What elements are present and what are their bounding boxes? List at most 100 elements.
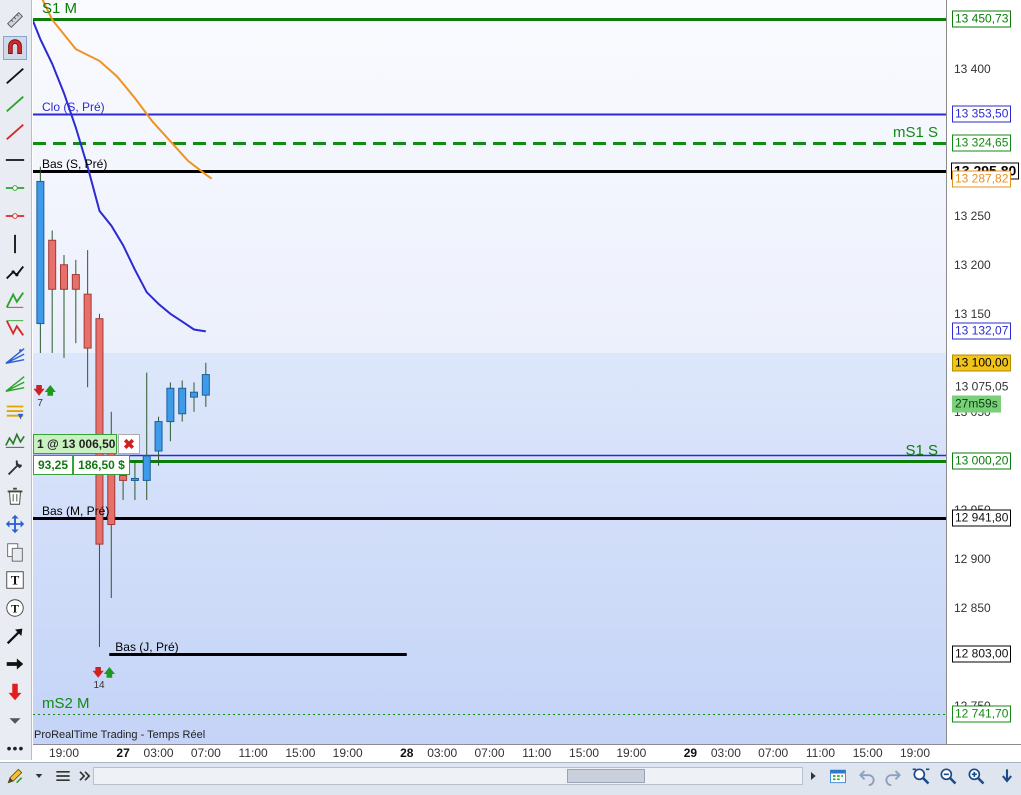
arrow-down-red-icon[interactable] (3, 680, 27, 704)
arrow-down-icon: 🡇 (92, 666, 104, 679)
drawing-toolbar: TT (0, 0, 32, 736)
magnet-icon[interactable] (3, 36, 27, 60)
time-tick-label: 19:00 (332, 746, 363, 760)
chart-svg[interactable] (33, 0, 946, 744)
text-icon[interactable]: T (3, 568, 27, 592)
time-tick-label: 19:00 (616, 746, 647, 760)
time-tick-label: 07:00 (758, 746, 789, 760)
candle-body (36, 180, 45, 325)
chart-plot-area[interactable]: S1 M Clo (S, Pré) mS1 S Bas (S, Pré) S1 S Bas… (33, 0, 946, 744)
level-price-tag-ms2m: 12 741,70 (952, 705, 1012, 723)
undo-icon[interactable] (855, 766, 879, 786)
fibonacci-green-icon[interactable] (3, 288, 27, 312)
zoom-fit-icon[interactable] (909, 766, 933, 786)
level-label-ms2m: mS2 M (42, 694, 90, 712)
time-tick-label: 15:00 (285, 746, 316, 760)
chart-background-upper (33, 0, 946, 353)
candle-body (154, 421, 163, 452)
double-chevron-icon[interactable] (73, 766, 97, 786)
dropdown-arrow-icon[interactable] (31, 766, 47, 786)
redo-icon[interactable] (881, 766, 905, 786)
time-axis[interactable]: 19:00 27 03:00 07:00 11:00 15:00 19:00 28 03:00 0… (33, 744, 1021, 763)
platform-label: ProRealTime Trading - Temps Réel (34, 729, 206, 741)
move-icon[interactable] (3, 512, 27, 536)
zoom-out-icon[interactable] (936, 766, 960, 786)
order-points: 93,25 (33, 455, 73, 475)
price-tick-label: 13 250 (954, 208, 991, 223)
arrow-down-icon: 🡇 (33, 385, 45, 398)
fibonacci-fan-blue-icon[interactable] (3, 344, 27, 368)
line-green-icon[interactable] (3, 92, 27, 116)
scroll-down-icon[interactable] (995, 766, 1019, 786)
candle-body (142, 455, 151, 481)
horizontal-line-icon[interactable] (3, 148, 27, 172)
fibonacci-red-icon[interactable] (3, 316, 27, 340)
level-price-tag-clo-s-pre: 13 353,50 (952, 105, 1012, 123)
date-tick-label: 28 (400, 746, 414, 760)
level-price-tag-ms1s: 13 324,65 (952, 134, 1012, 152)
fibonacci-fan-green-icon[interactable] (3, 372, 27, 396)
more-tools-icon[interactable]: ••• (0, 736, 32, 760)
vertical-line-icon[interactable] (3, 232, 27, 256)
tools-icon[interactable] (3, 456, 27, 480)
level-label-ms1s: mS1 S (892, 123, 938, 141)
time-tick-label: 07:00 (474, 746, 505, 760)
time-tick-label: 03:00 (710, 746, 741, 760)
time-tick-label: 15:00 (569, 746, 600, 760)
candle-body (130, 477, 139, 481)
line-red-icon[interactable] (3, 120, 27, 144)
arrow-diagonal-icon[interactable] (3, 624, 27, 648)
price-badge-gold: 13 100,00 (952, 354, 1012, 372)
arrow-up-icon: 🡅 (44, 385, 56, 398)
scroll-right-icon[interactable] (805, 766, 821, 786)
candle-body (60, 264, 68, 290)
pencil-icon[interactable] (3, 766, 27, 786)
copy-icon[interactable] (3, 540, 27, 564)
time-tick-label: 03:00 (427, 746, 458, 760)
time-tick-label: 03:00 (143, 746, 174, 760)
order-position-label[interactable]: 1 @ 13 006,50 (33, 434, 117, 454)
candle-countdown: 27m59s (952, 395, 1001, 413)
line-black-icon[interactable] (3, 64, 27, 88)
candle-body (190, 391, 199, 398)
red-marker-line-icon[interactable] (3, 204, 27, 228)
time-tick-label: 11:00 (238, 746, 268, 760)
level-label-clo-s-pre: Clo (S, Pré) (42, 99, 105, 114)
level-price-tag-s1s: 13 000,20 (952, 452, 1012, 470)
zigzag-icon[interactable] (3, 428, 27, 452)
level-label-bas-j-pre: Bas (J, Pré) (115, 639, 179, 654)
zoom-in-icon[interactable] (964, 766, 988, 786)
price-tick-label: 13 200 (954, 257, 991, 272)
candle-body (48, 239, 57, 290)
price-badge-orange: 13 287,82 (952, 170, 1012, 188)
price-tick-label: 13 400 (954, 61, 991, 76)
menu-icon[interactable] (51, 766, 75, 786)
time-tick-label: 19:00 (899, 746, 931, 760)
ruler-icon[interactable] (3, 8, 27, 32)
trash-icon[interactable] (3, 484, 27, 508)
green-marker-line-icon[interactable] (3, 176, 27, 200)
scrollbar-thumb[interactable] (567, 769, 645, 783)
date-tick-label: 29 (683, 746, 698, 760)
horizontal-scrollbar[interactable] (93, 767, 803, 785)
date-tick-label: 27 (116, 746, 130, 760)
price-axis[interactable]: 13 40013 35013 30013 25013 20013 15013 0… (946, 0, 1021, 744)
arrow-right-icon[interactable] (3, 652, 27, 676)
level-label-s1s: S1 S (905, 441, 938, 459)
svg-text:T: T (11, 574, 20, 588)
calendar-icon[interactable] (826, 766, 850, 786)
svg-text:T: T (11, 602, 19, 616)
signal-arrow-pair: 🡇🡅 (33, 385, 56, 398)
arrow-up-icon: 🡅 (103, 666, 116, 679)
candle-body (71, 274, 80, 290)
chevron-down-icon[interactable] (3, 714, 27, 728)
polyline-icon[interactable] (3, 260, 27, 284)
price-badge-blue: 13 132,07 (952, 322, 1012, 340)
text-circle-icon[interactable]: T (3, 596, 27, 620)
fibonacci-levels-icon[interactable] (3, 400, 27, 424)
bottom-toolbar (0, 762, 1021, 795)
price-tick-label: 12 850 (954, 600, 991, 615)
close-icon[interactable]: ✖ (118, 434, 140, 454)
time-tick-label: 15:00 (852, 746, 883, 760)
price-tick-label: 13 150 (954, 306, 991, 321)
